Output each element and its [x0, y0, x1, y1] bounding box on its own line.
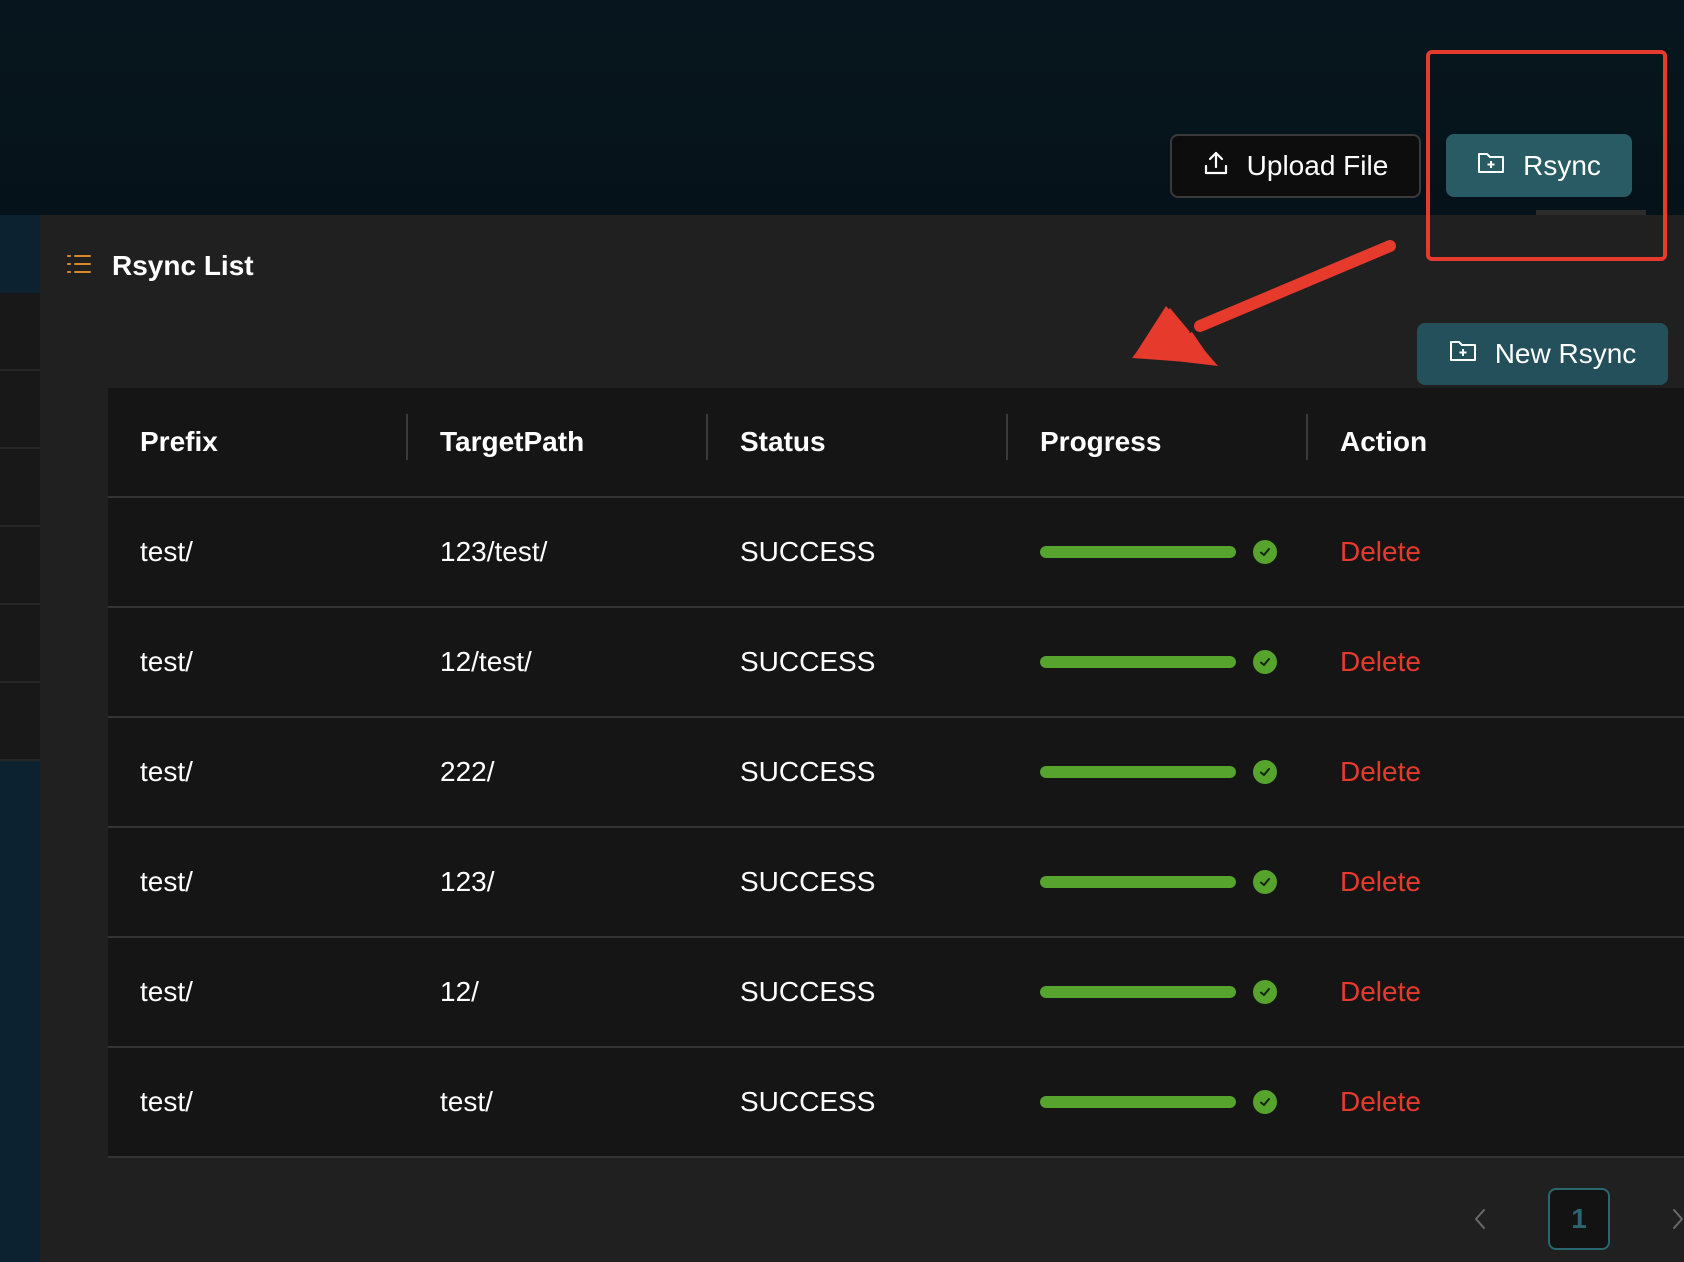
cell-action: Delete: [1308, 756, 1684, 788]
table-row: test/123/test/SUCCESS Delete: [108, 498, 1684, 608]
cell-status: SUCCESS: [740, 646, 876, 677]
upload-file-button[interactable]: Upload File: [1170, 134, 1421, 198]
sidebar-cell[interactable]: [0, 683, 40, 761]
progress-indicator: [1040, 1090, 1308, 1114]
table-row: test/222/SUCCESS Delete: [108, 718, 1684, 828]
table-row: test/12/test/SUCCESS Delete: [108, 608, 1684, 718]
progress-bar-fill: [1040, 876, 1236, 888]
pagination-next-button[interactable]: [1658, 1199, 1684, 1239]
column-header-action: Action: [1340, 426, 1428, 457]
delete-link[interactable]: Delete: [1340, 1086, 1421, 1117]
cell-targetpath: 12/test/: [440, 646, 532, 677]
progress-bar-fill: [1040, 766, 1236, 778]
cell-targetpath: 12/: [440, 976, 479, 1007]
cell-targetpath: 123/test/: [440, 536, 548, 567]
panel-header: Rsync List: [66, 250, 254, 282]
progress-indicator: [1040, 980, 1308, 1004]
cell-action: Delete: [1308, 536, 1684, 568]
check-circle-icon: [1253, 1090, 1277, 1114]
progress-bar: [1040, 656, 1236, 668]
table-header: Prefix TargetPath Status Progress Action: [108, 388, 1684, 498]
chevron-right-icon: [1673, 1209, 1683, 1229]
progress-bar-fill: [1040, 986, 1236, 998]
delete-link[interactable]: Delete: [1340, 646, 1421, 677]
cell-prefix: test/: [140, 536, 193, 567]
table-row: test/test/SUCCESS Delete: [108, 1048, 1684, 1158]
cell-targetpath: test/: [440, 1086, 493, 1117]
cell-action: Delete: [1308, 976, 1684, 1008]
cell-progress: [1008, 760, 1308, 784]
cell-status: SUCCESS: [740, 1086, 876, 1117]
progress-bar: [1040, 876, 1236, 888]
cell-progress: [1008, 1090, 1308, 1114]
column-header-status: Status: [708, 414, 1008, 460]
list-icon: [66, 253, 92, 280]
delete-link[interactable]: Delete: [1340, 536, 1421, 567]
cell-progress: [1008, 650, 1308, 674]
chevron-left-icon: [1475, 1209, 1485, 1229]
cell-action: Delete: [1308, 646, 1684, 678]
annotation-arrow: [1132, 240, 1396, 366]
cell-targetpath: 222/: [440, 756, 495, 787]
table-row: test/12/SUCCESS Delete: [108, 938, 1684, 1048]
delete-link[interactable]: Delete: [1340, 756, 1421, 787]
folder-add-icon: [1449, 338, 1477, 370]
cell-progress: [1008, 980, 1308, 1004]
progress-bar: [1040, 1096, 1236, 1108]
cell-prefix: test/: [140, 646, 193, 677]
delete-link[interactable]: Delete: [1340, 866, 1421, 897]
check-circle-icon: [1253, 540, 1277, 564]
cell-prefix: test/: [140, 756, 193, 787]
cell-prefix: test/: [140, 1086, 193, 1117]
progress-bar-fill: [1040, 656, 1236, 668]
pagination-page-1[interactable]: 1: [1548, 1188, 1610, 1250]
cell-targetpath: 123/: [440, 866, 495, 897]
progress-indicator: [1040, 540, 1308, 564]
check-circle-icon: [1253, 980, 1277, 1004]
cell-status: SUCCESS: [740, 866, 876, 897]
pagination: 1: [1460, 1188, 1684, 1250]
cell-progress: [1008, 870, 1308, 894]
rsync-table: Prefix TargetPath Status Progress Action…: [108, 388, 1684, 1158]
cell-status: SUCCESS: [740, 976, 876, 1007]
delete-link[interactable]: Delete: [1340, 976, 1421, 1007]
new-rsync-button[interactable]: New Rsync: [1417, 323, 1668, 385]
check-circle-icon: [1253, 760, 1277, 784]
panel-title: Rsync List: [112, 250, 254, 281]
annotation-highlight-box: [1426, 50, 1667, 261]
progress-bar-fill: [1040, 1096, 1236, 1108]
sidebar-cell[interactable]: [0, 527, 40, 605]
upload-icon: [1203, 150, 1229, 183]
cell-status: SUCCESS: [740, 756, 876, 787]
sidebar-cell[interactable]: [0, 449, 40, 527]
column-header-progress: Progress: [1008, 414, 1308, 460]
progress-indicator: [1040, 650, 1308, 674]
cell-progress: [1008, 540, 1308, 564]
column-header-prefix: Prefix: [108, 414, 408, 460]
sidebar-cell[interactable]: [0, 605, 40, 683]
sidebar-cell[interactable]: [0, 371, 40, 449]
table-row: test/123/SUCCESS Delete: [108, 828, 1684, 938]
sidebar-cell[interactable]: [0, 293, 40, 371]
left-sidebar: [0, 215, 40, 1262]
progress-bar-fill: [1040, 546, 1236, 558]
table-body: test/123/test/SUCCESS Delete test/12/test/…: [108, 498, 1684, 1158]
new-rsync-label: New Rsync: [1494, 338, 1637, 369]
check-circle-icon: [1253, 870, 1277, 894]
cell-status: SUCCESS: [740, 536, 876, 567]
progress-indicator: [1040, 760, 1308, 784]
column-header-targetpath: TargetPath: [408, 414, 708, 460]
cell-action: Delete: [1308, 1086, 1684, 1118]
progress-indicator: [1040, 870, 1308, 894]
cell-prefix: test/: [140, 866, 193, 897]
pagination-prev-button[interactable]: [1460, 1199, 1500, 1239]
progress-bar: [1040, 546, 1236, 558]
cell-prefix: test/: [140, 976, 193, 1007]
check-circle-icon: [1253, 650, 1277, 674]
cell-action: Delete: [1308, 866, 1684, 898]
progress-bar: [1040, 766, 1236, 778]
progress-bar: [1040, 986, 1236, 998]
upload-file-label: Upload File: [1246, 150, 1389, 181]
